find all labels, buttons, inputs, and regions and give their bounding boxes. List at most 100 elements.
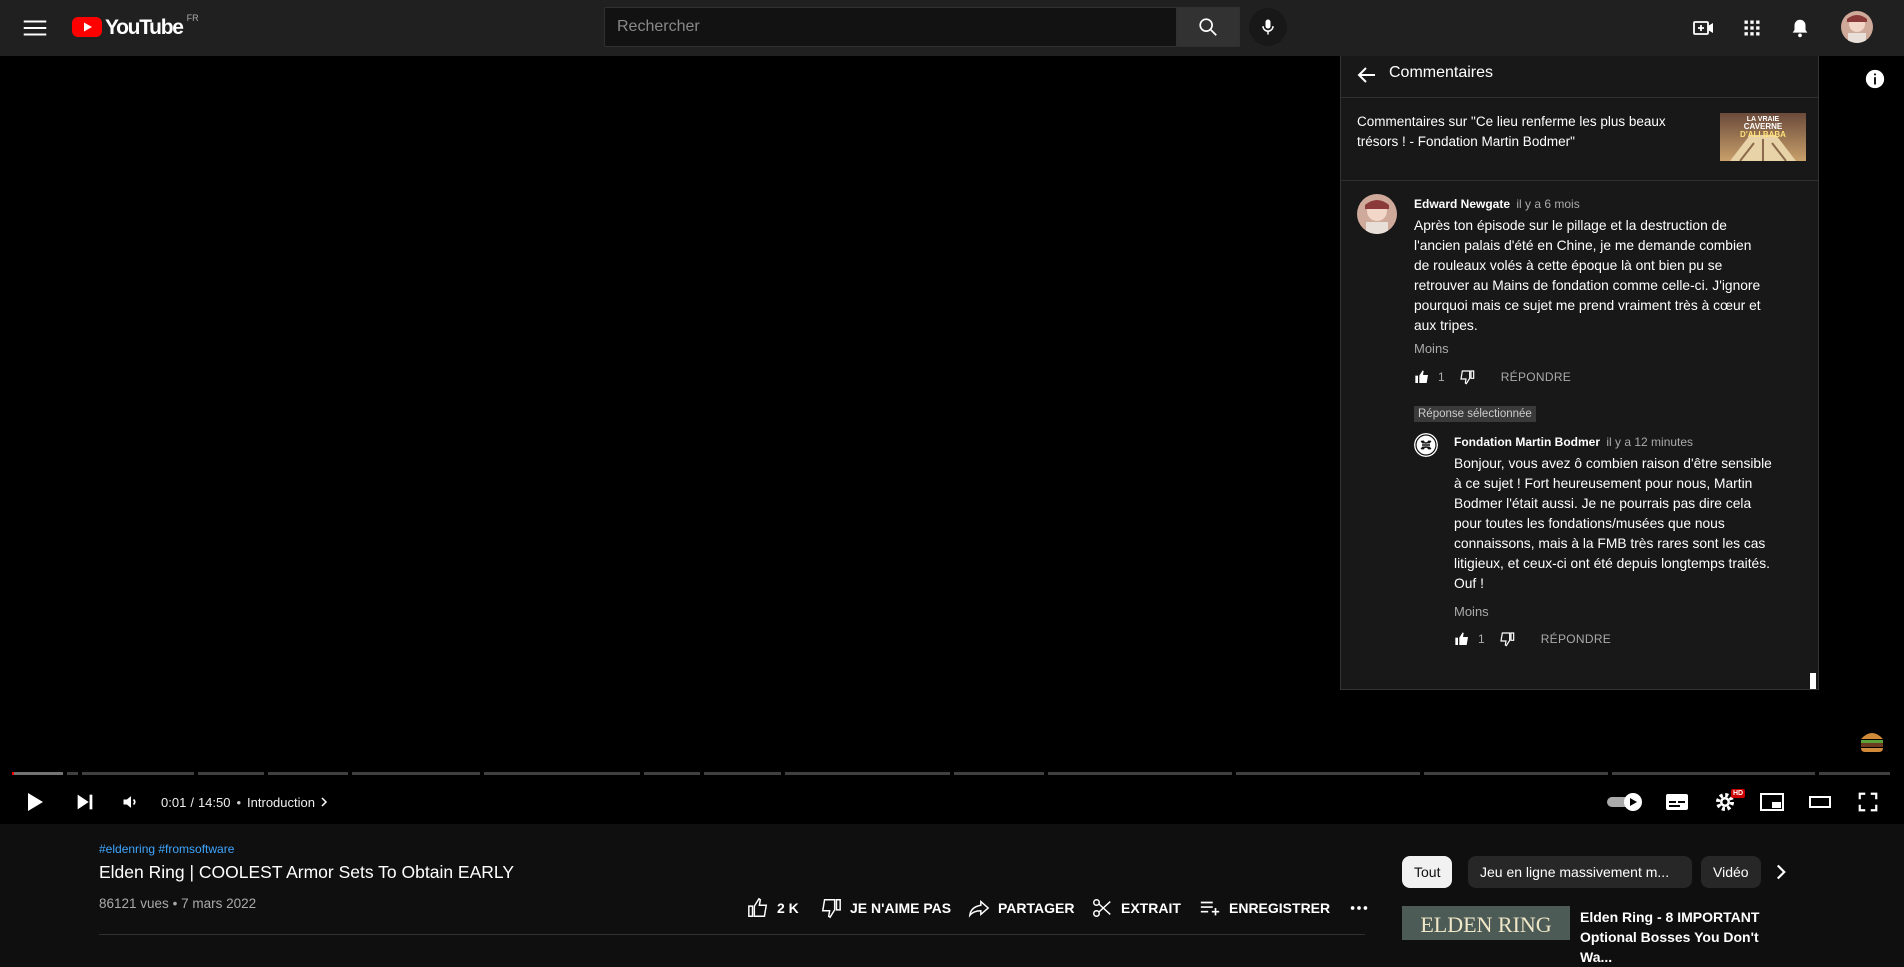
- share-label: PARTAGER: [998, 900, 1075, 916]
- recommended-video-thumbnail[interactable]: ELDEN RING: [1402, 906, 1570, 940]
- progress-played: [12, 772, 14, 775]
- miniplayer-icon: [1760, 793, 1784, 811]
- save-button[interactable]: ENREGISTRER: [1199, 896, 1330, 920]
- fullscreen-icon: [1858, 792, 1878, 812]
- video-hashtags[interactable]: #eldenring #fromsoftware: [99, 842, 234, 856]
- scissors-icon: [1093, 899, 1111, 917]
- thumbnail-text-line-3: D'ALI BABA: [1740, 130, 1786, 139]
- hd-badge: HD: [1731, 789, 1746, 798]
- dislike-icon[interactable]: [1459, 369, 1475, 385]
- progress-chapter-segment[interactable]: [643, 772, 700, 775]
- comment-time[interactable]: il y a 6 mois: [1516, 197, 1579, 211]
- comment-text: Après ton épisode sur le pillage et la d…: [1414, 218, 1761, 333]
- comment-reply-button[interactable]: RÉPONDRE: [1501, 370, 1571, 384]
- chip-mmo[interactable]: Jeu en ligne massivement m...: [1468, 856, 1692, 888]
- chevron-right-icon[interactable]: [1768, 859, 1794, 885]
- back-arrow-icon[interactable]: [1355, 63, 1379, 87]
- subtitles-button[interactable]: [1663, 780, 1691, 824]
- progress-chapter-segment[interactable]: [66, 772, 78, 775]
- theater-mode-icon: [1809, 796, 1831, 808]
- youtube-logo[interactable]: YouTube FR: [72, 13, 199, 40]
- recommended-video-title[interactable]: Elden Ring - 8 IMPORTANT Optional Bosses…: [1580, 907, 1776, 967]
- search-button[interactable]: [1176, 7, 1240, 47]
- share-button[interactable]: PARTAGER: [968, 896, 1074, 920]
- clip-button[interactable]: EXTRAIT: [1091, 896, 1181, 920]
- reply-reply-button[interactable]: RÉPONDRE: [1541, 632, 1611, 646]
- reply-show-less[interactable]: Moins: [1454, 604, 1489, 619]
- autoplay-toggle[interactable]: [1607, 780, 1643, 824]
- search-input[interactable]: [605, 8, 1176, 46]
- reply-time[interactable]: il y a 12 minutes: [1606, 435, 1693, 449]
- progress-chapter-segment[interactable]: [1818, 772, 1890, 775]
- play-button[interactable]: [20, 780, 50, 824]
- comments-video-thumbnail[interactable]: LA VRAIE CAVERNE D'ALI BABA: [1720, 113, 1806, 161]
- notifications-icon[interactable]: [1787, 15, 1813, 41]
- progress-chapter-segment[interactable]: [198, 772, 264, 775]
- progress-chapter-segment[interactable]: [703, 772, 781, 775]
- autoplay-toggle-icon: [1607, 793, 1642, 811]
- voice-search-button[interactable]: [1249, 8, 1287, 46]
- chip-videos[interactable]: Vidéo: [1701, 856, 1761, 888]
- like-button[interactable]: 2 K: [747, 896, 799, 920]
- reply-author-avatar[interactable]: [1414, 433, 1438, 457]
- chapter-title[interactable]: Introduction: [247, 795, 315, 810]
- mic-icon: [1262, 19, 1274, 35]
- dislike-icon[interactable]: [1499, 631, 1515, 647]
- play-icon: [28, 793, 43, 811]
- info-icon[interactable]: [1864, 68, 1886, 90]
- progress-chapter-segment[interactable]: [81, 772, 195, 775]
- reply-author[interactable]: Fondation Martin Bodmer: [1454, 435, 1600, 449]
- like-filled-icon[interactable]: [1414, 369, 1430, 385]
- settings-button[interactable]: HD: [1710, 780, 1746, 824]
- meta-separator: •: [172, 896, 178, 911]
- comment-author-avatar[interactable]: [1357, 194, 1397, 234]
- comments-video-title: Commentaires sur "Ce lieu renferme les p…: [1357, 114, 1666, 149]
- comment-show-less[interactable]: Moins: [1414, 341, 1449, 356]
- dislike-button[interactable]: JE N'AIME PAS: [820, 896, 951, 920]
- next-button[interactable]: [70, 780, 100, 824]
- comments-video-context[interactable]: Commentaires sur "Ce lieu renferme les p…: [1341, 98, 1818, 181]
- progress-chapter-segment[interactable]: [1235, 772, 1420, 775]
- more-horizontal-icon: [1350, 906, 1368, 910]
- progress-chapter-segment[interactable]: [1047, 772, 1232, 775]
- comments-scrollbar[interactable]: [1810, 673, 1816, 689]
- more-actions-button[interactable]: [1348, 896, 1378, 920]
- progress-bar[interactable]: [12, 772, 1892, 775]
- progress-chapter-segment[interactable]: [12, 772, 63, 775]
- chapter-separator: •: [236, 794, 242, 810]
- progress-chapter-segment[interactable]: [1423, 772, 1608, 775]
- progress-chapter-segment[interactable]: [267, 772, 349, 775]
- logo-wordmark: YouTube: [105, 16, 184, 39]
- create-video-icon[interactable]: [1691, 15, 1717, 41]
- progress-chapter-segment[interactable]: [953, 772, 1044, 775]
- progress-chapter-segment[interactable]: [784, 772, 950, 775]
- clip-label: EXTRAIT: [1121, 900, 1181, 916]
- mute-button[interactable]: [116, 780, 146, 824]
- progress-chapter-segment[interactable]: [352, 772, 480, 775]
- save-label: ENREGISTRER: [1229, 900, 1331, 916]
- selected-reply-badge: Réponse sélectionnée: [1414, 406, 1536, 422]
- comment-header: Edward Newgate il y a 6 mois: [1414, 197, 1580, 211]
- like-count: 2 K: [777, 900, 799, 916]
- search-icon: [1199, 18, 1217, 36]
- menu-icon[interactable]: [20, 13, 50, 43]
- comment-author[interactable]: Edward Newgate: [1414, 197, 1510, 211]
- comments-panel: Commentaires Commentaires sur "Ce lieu r…: [1340, 50, 1819, 690]
- account-avatar[interactable]: [1841, 11, 1873, 43]
- like-filled-icon[interactable]: [1454, 631, 1470, 647]
- time-separator: /: [190, 794, 194, 810]
- comment-actions: 1 RÉPONDRE: [1414, 365, 1571, 389]
- theater-mode-button[interactable]: [1806, 780, 1834, 824]
- chip-all[interactable]: Tout: [1402, 856, 1453, 888]
- apps-icon[interactable]: [1739, 15, 1765, 41]
- miniplayer-button[interactable]: [1758, 780, 1786, 824]
- chevron-right-icon[interactable]: [318, 796, 330, 808]
- progress-chapter-segment[interactable]: [483, 772, 640, 775]
- burger-emoji-icon: [1858, 727, 1886, 755]
- search-box: [604, 7, 1176, 47]
- fullscreen-button[interactable]: [1854, 780, 1882, 824]
- like-icon: [748, 897, 768, 917]
- view-count: 86121 vues: [99, 896, 169, 911]
- progress-chapter-segment[interactable]: [1611, 772, 1815, 775]
- reply-like-count: 1: [1478, 632, 1485, 646]
